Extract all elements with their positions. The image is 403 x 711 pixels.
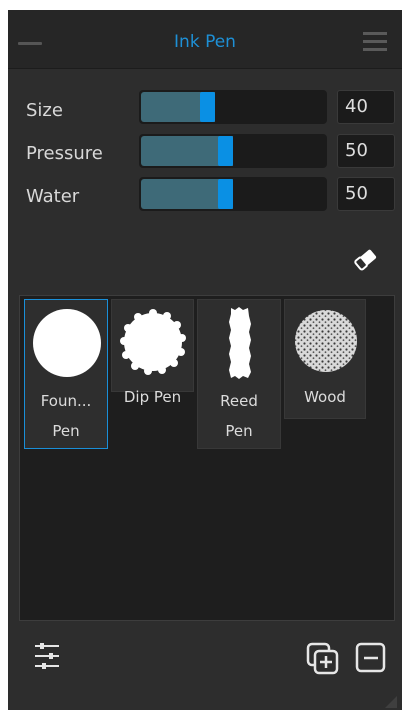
panel-header: Ink Pen: [8, 10, 402, 69]
preset-label: Pen: [225, 422, 253, 440]
brush-library: Foun... Pen Dip Pen Reed Pen Wood: [19, 295, 395, 621]
size-slider[interactable]: [139, 90, 327, 124]
resize-grip-icon[interactable]: [385, 696, 397, 708]
pressure-value-field[interactable]: 50: [337, 134, 395, 168]
textured-brush-icon: [295, 310, 357, 372]
water-label: Water: [26, 186, 80, 207]
preset-dip-pen[interactable]: Dip Pen: [111, 299, 194, 406]
preset-label: Pen: [52, 422, 80, 440]
preset-label: Wood: [304, 388, 346, 406]
rough-bar-brush-icon: [229, 307, 251, 379]
pressure-label: Pressure: [26, 143, 103, 164]
preset-reed-pen[interactable]: Reed Pen: [197, 299, 281, 449]
menu-icon[interactable]: [363, 32, 387, 52]
scalloped-brush-icon: [120, 309, 186, 375]
preset-label: Dip Pen: [123, 388, 182, 406]
ink-pen-panel: Ink Pen Size 40 Pressure 50 Water 50 Fou…: [8, 10, 402, 710]
size-value-field[interactable]: 40: [337, 90, 395, 124]
size-label: Size: [26, 100, 63, 121]
size-slider-thumb[interactable]: [200, 92, 215, 122]
preset-label: Reed: [220, 392, 258, 410]
sliders-icon[interactable]: [33, 640, 61, 672]
water-slider[interactable]: [139, 177, 327, 211]
panel-title: Ink Pen: [174, 32, 236, 52]
duplicate-icon[interactable]: [306, 642, 340, 676]
eraser-icon[interactable]: [351, 245, 381, 275]
pressure-slider-thumb[interactable]: [218, 136, 233, 166]
preset-wood[interactable]: Wood: [284, 299, 366, 419]
remove-icon[interactable]: [355, 642, 387, 674]
round-brush-icon: [33, 309, 101, 377]
pressure-slider[interactable]: [139, 134, 327, 168]
preset-label: Foun...: [40, 392, 92, 410]
preset-fountain-pen[interactable]: Foun... Pen: [24, 299, 108, 449]
water-value-field[interactable]: 50: [337, 177, 395, 211]
water-slider-thumb[interactable]: [218, 179, 233, 209]
